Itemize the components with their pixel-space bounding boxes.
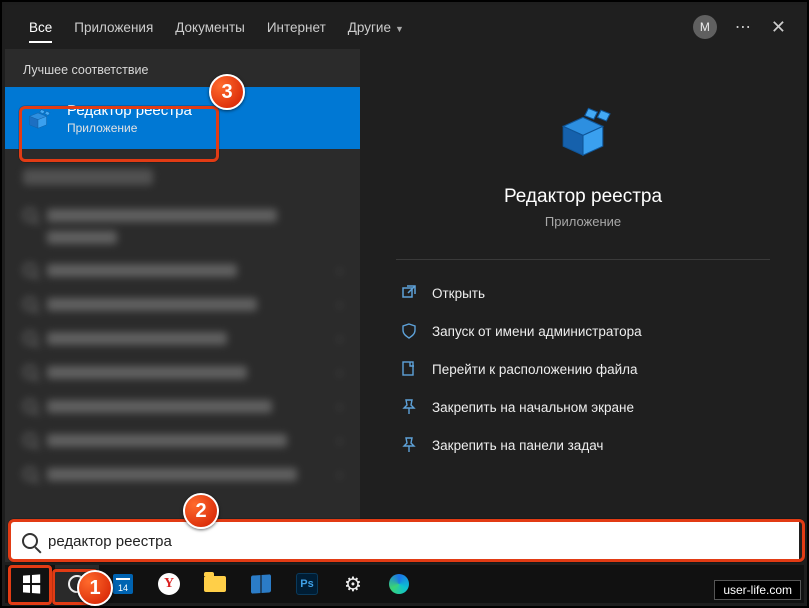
tab-internet[interactable]: Интернет bbox=[257, 14, 336, 41]
calendar-icon bbox=[113, 574, 133, 594]
folder-location-icon bbox=[400, 360, 418, 378]
taskbar: Y Ps ⚙ bbox=[5, 565, 804, 603]
more-options-icon[interactable]: ⋯ bbox=[735, 17, 753, 37]
action-pin-taskbar[interactable]: Закрепить на панели задач bbox=[396, 426, 770, 464]
best-match-label: Лучшее соответствие bbox=[5, 59, 360, 87]
search-icon bbox=[68, 575, 86, 593]
search-icon bbox=[22, 533, 38, 549]
windows-search-panel: Все Приложения Документы Интернет Другие… bbox=[5, 5, 806, 562]
taskbar-edge[interactable] bbox=[377, 565, 421, 603]
tab-apps[interactable]: Приложения bbox=[64, 14, 163, 41]
search-tabs: Все Приложения Документы Интернет Другие… bbox=[5, 5, 806, 49]
preview-subtitle: Приложение bbox=[545, 214, 621, 229]
pin-start-icon bbox=[400, 398, 418, 416]
taskbar-search-button[interactable] bbox=[55, 565, 99, 603]
action-open-file-location[interactable]: Перейти к расположению файла bbox=[396, 350, 770, 388]
preview-column: Редактор реестра Приложение Открыть Запу… bbox=[360, 49, 806, 562]
taskbar-explorer[interactable] bbox=[193, 565, 237, 603]
gear-icon: ⚙ bbox=[344, 572, 362, 597]
search-input[interactable] bbox=[48, 533, 787, 550]
tab-more[interactable]: Другие▼ bbox=[338, 14, 414, 41]
preview-title: Редактор реестра bbox=[504, 186, 662, 208]
taskbar-photoshop[interactable]: Ps bbox=[285, 565, 329, 603]
watermark: user-life.com bbox=[714, 580, 801, 600]
windows-icon bbox=[23, 574, 40, 593]
taskbar-calendar[interactable] bbox=[101, 565, 145, 603]
book-icon bbox=[251, 574, 271, 593]
user-avatar[interactable]: M bbox=[693, 15, 717, 39]
action-pin-start[interactable]: Закрепить на начальном экране bbox=[396, 388, 770, 426]
tab-all[interactable]: Все bbox=[19, 14, 62, 41]
blurred-results: › › › › › › › bbox=[5, 165, 360, 491]
open-icon bbox=[400, 284, 418, 302]
yandex-icon: Y bbox=[158, 573, 180, 595]
chevron-down-icon: ▼ bbox=[395, 24, 404, 34]
photoshop-icon: Ps bbox=[296, 573, 318, 595]
start-button[interactable] bbox=[9, 565, 53, 603]
close-icon[interactable]: ✕ bbox=[771, 17, 786, 38]
divider bbox=[396, 259, 770, 260]
pin-taskbar-icon bbox=[400, 436, 418, 454]
top-result-regedit[interactable]: Редактор реестра Приложение bbox=[5, 87, 360, 149]
preview-regedit-icon bbox=[547, 94, 619, 166]
tab-documents[interactable]: Документы bbox=[165, 14, 255, 41]
action-open[interactable]: Открыть bbox=[396, 274, 770, 312]
results-column: Лучшее соответствие Редактор рее bbox=[5, 49, 360, 562]
regedit-icon bbox=[21, 101, 55, 135]
search-input-box[interactable] bbox=[10, 522, 799, 560]
top-result-subtitle: Приложение bbox=[67, 121, 192, 135]
taskbar-settings[interactable]: ⚙ bbox=[331, 565, 375, 603]
edge-icon bbox=[389, 574, 409, 594]
action-run-as-admin[interactable]: Запуск от имени администратора bbox=[396, 312, 770, 350]
taskbar-reader[interactable] bbox=[239, 565, 283, 603]
shield-admin-icon bbox=[400, 322, 418, 340]
taskbar-yandex[interactable]: Y bbox=[147, 565, 191, 603]
top-result-title: Редактор реестра bbox=[67, 102, 192, 119]
folder-icon bbox=[204, 576, 226, 592]
